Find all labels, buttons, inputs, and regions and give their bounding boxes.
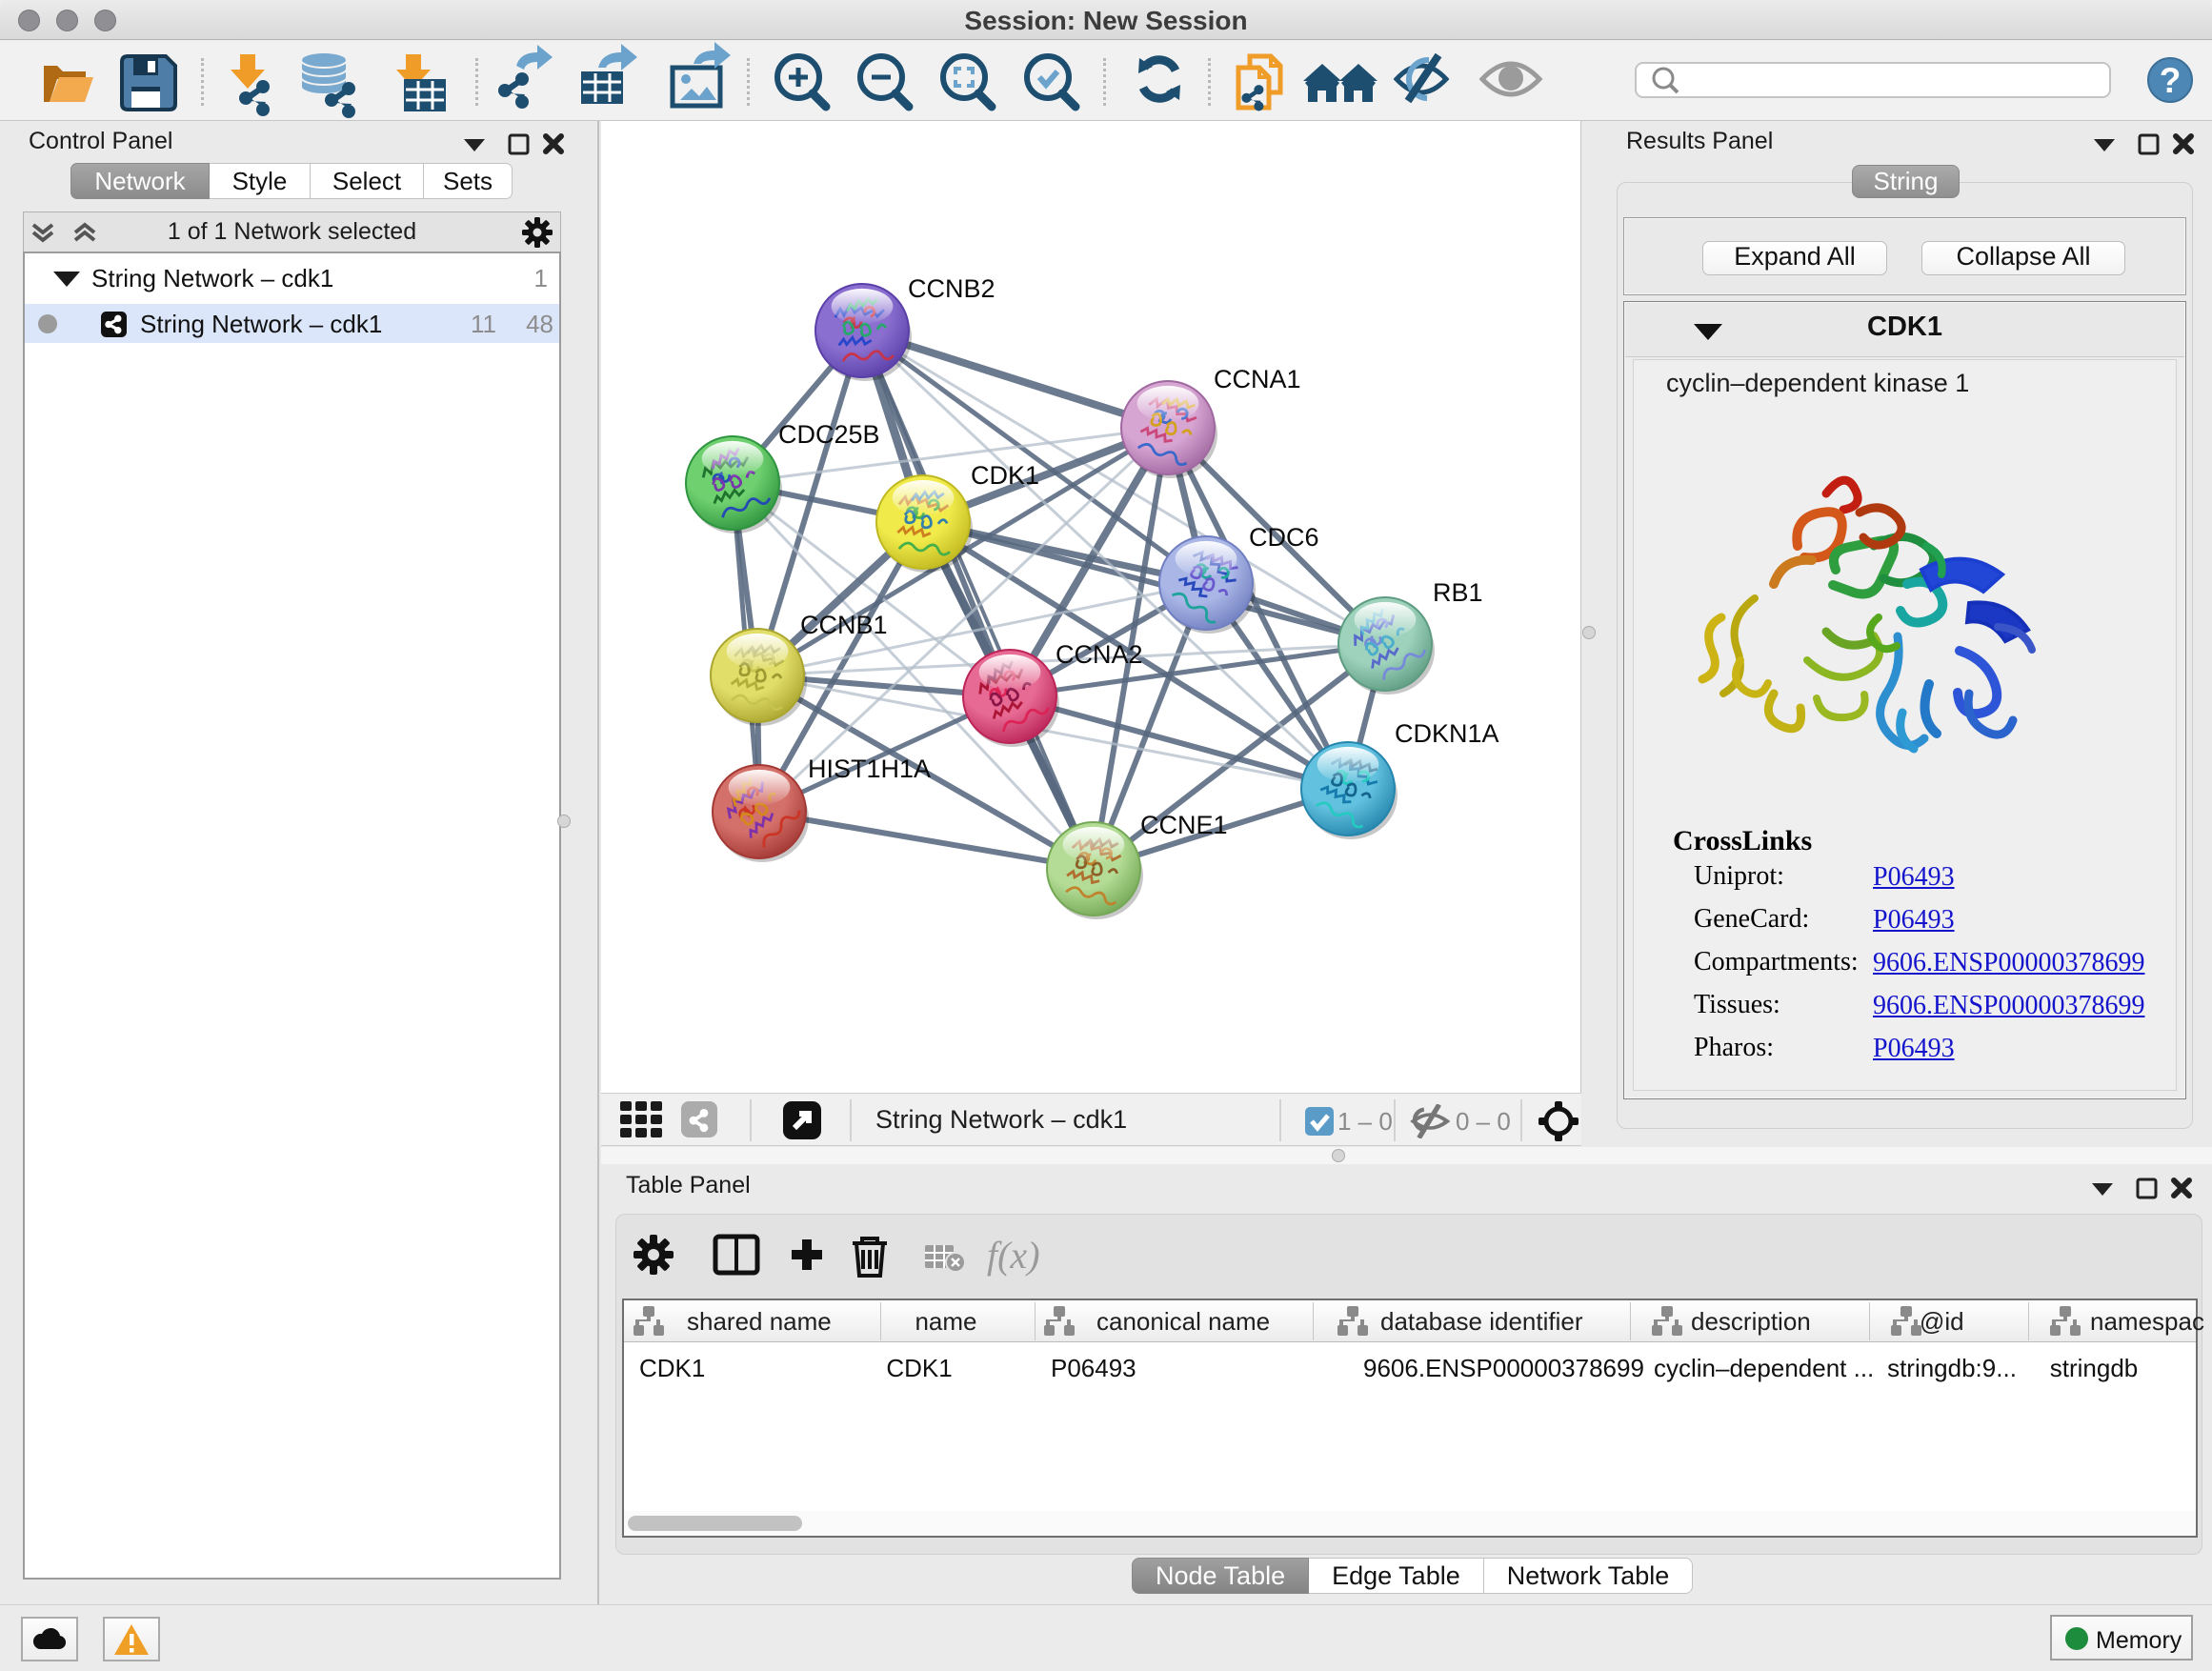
svg-text:RB1: RB1 bbox=[1433, 578, 1483, 607]
svg-text:CCNA2: CCNA2 bbox=[1056, 640, 1143, 669]
svg-text:CCNB2: CCNB2 bbox=[908, 274, 995, 303]
svg-text:CCNB1: CCNB1 bbox=[800, 611, 888, 639]
svg-text:CCNE1: CCNE1 bbox=[1140, 811, 1228, 839]
svg-text:CDC6: CDC6 bbox=[1249, 523, 1319, 552]
svg-text:HIST1H1A: HIST1H1A bbox=[808, 755, 931, 783]
svg-text:?: ? bbox=[2160, 61, 2182, 100]
svg-text:f(x): f(x) bbox=[987, 1234, 1040, 1277]
svg-text:CDK1: CDK1 bbox=[971, 461, 1039, 490]
svg-text:CCNA1: CCNA1 bbox=[1214, 365, 1301, 393]
svg-text:CDKN1A: CDKN1A bbox=[1395, 719, 1499, 748]
svg-text:CDC25B: CDC25B bbox=[778, 420, 880, 449]
